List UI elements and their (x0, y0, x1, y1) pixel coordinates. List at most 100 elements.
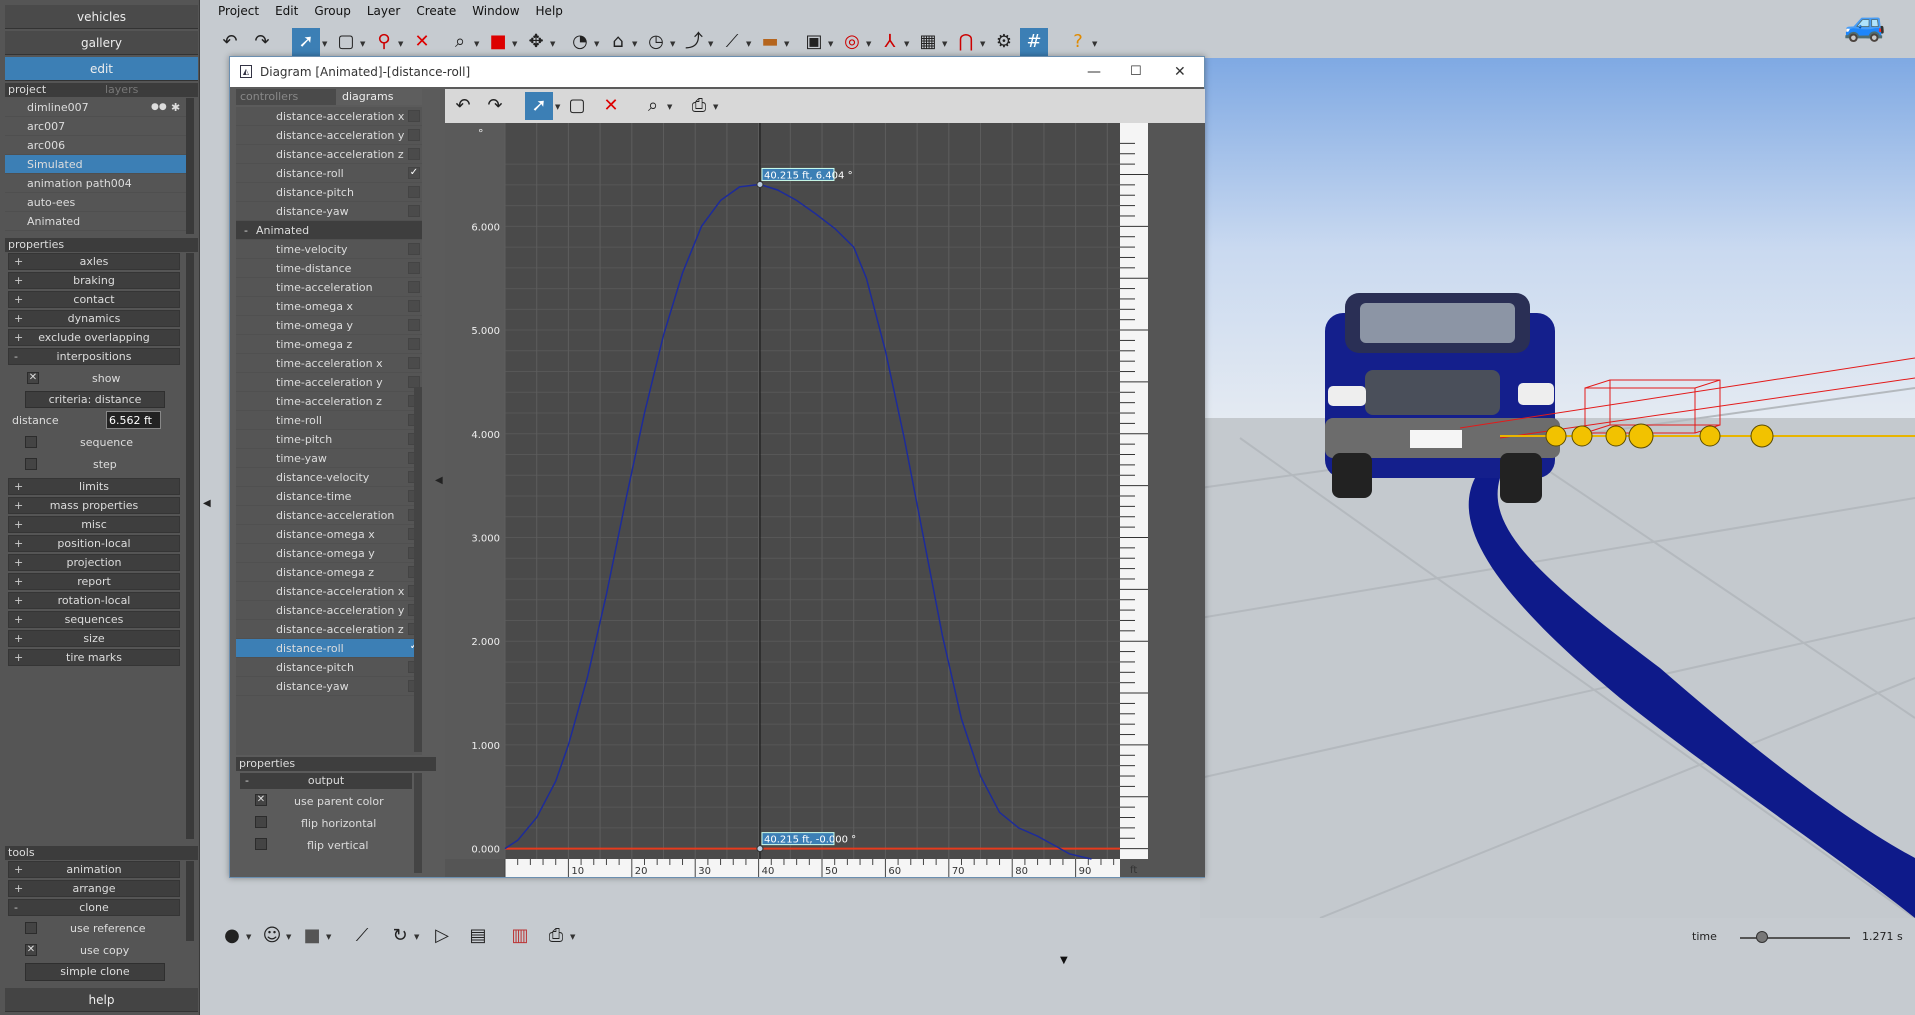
dropdown-arrow-icon[interactable]: ▼ (828, 40, 833, 48)
tree-item[interactable]: time-distance (236, 259, 422, 278)
simple-clone-button[interactable]: simple clone (25, 963, 165, 981)
menu-create[interactable]: Create (408, 0, 464, 22)
prop-misc[interactable]: + misc (8, 516, 180, 533)
flip-horizontal-checkbox[interactable] (255, 816, 267, 828)
help-question-icon[interactable]: ? (1064, 28, 1092, 56)
project-item[interactable]: arc006 (5, 136, 186, 155)
distance-input[interactable] (106, 411, 161, 429)
image-icon[interactable]: ▦ (914, 28, 942, 56)
box-icon[interactable]: ■ (484, 28, 512, 56)
project-item[interactable]: auto-ees (5, 193, 186, 212)
diagram-titlebar[interactable]: ◭ Diagram [Animated]-[distance-roll] — ☐… (230, 57, 1204, 87)
camera-icon[interactable]: ▣ (800, 28, 828, 56)
project-tab[interactable]: project (8, 83, 46, 96)
dropdown-arrow-icon[interactable]: ▼ (512, 40, 517, 48)
edit-button[interactable]: edit (5, 57, 198, 81)
tree-item[interactable]: time-acceleration y (236, 373, 422, 392)
tree-item[interactable]: time-omega z (236, 335, 422, 354)
menu-project[interactable]: Project (210, 0, 267, 22)
output-section[interactable]: - output (240, 773, 412, 789)
print-icon[interactable]: ⎙ (542, 922, 570, 950)
dropdown-arrow-icon[interactable]: ▼ (555, 103, 560, 111)
tree-item[interactable]: distance-pitch (236, 183, 422, 202)
tree-checkbox[interactable] (408, 186, 420, 198)
sphere-icon[interactable]: ● (218, 922, 246, 950)
select-arrow-icon[interactable]: ➚ (292, 28, 320, 56)
measure-icon[interactable]: ◔ (566, 28, 594, 56)
tree-item-selected[interactable]: distance-roll✓ (236, 639, 422, 658)
tree-item[interactable]: time-omega x (236, 297, 422, 316)
tree-item[interactable]: distance-velocity (236, 468, 422, 487)
tree-checkbox[interactable] (408, 110, 420, 122)
dropdown-arrow-icon[interactable]: ▼ (550, 40, 555, 48)
dropdown-arrow-icon[interactable]: ▼ (474, 40, 479, 48)
menu-window[interactable]: Window (464, 0, 527, 22)
tree-checkbox[interactable] (408, 338, 420, 350)
gallery-button[interactable]: gallery (5, 31, 198, 55)
project-item[interactable]: Animated (5, 212, 186, 231)
project-item[interactable]: arc007 (5, 117, 186, 136)
prop-exclude-overlapping[interactable]: + exclude overlapping (8, 329, 180, 346)
plot-area[interactable] (505, 123, 1120, 859)
dropdown-arrow-icon[interactable]: ▼ (708, 40, 713, 48)
diagram-select-icon[interactable]: ➚ (525, 92, 553, 120)
tree-checkbox[interactable] (408, 281, 420, 293)
prop-axles[interactable]: + axles (8, 253, 180, 270)
dropdown-arrow-icon[interactable]: ▼ (1092, 40, 1097, 48)
tree-item[interactable]: time-roll (236, 411, 422, 430)
tree-item[interactable]: distance-omega x (236, 525, 422, 544)
step-checkbox[interactable] (25, 458, 37, 470)
prop-dynamics[interactable]: + dynamics (8, 310, 180, 327)
project-item-selected[interactable]: Simulated (5, 155, 186, 174)
redo-icon[interactable]: ↷ (248, 28, 276, 56)
layers-tab[interactable]: layers (105, 83, 138, 97)
help-button[interactable]: help (5, 988, 198, 1012)
tree-item[interactable]: time-yaw (236, 449, 422, 468)
tools-scrollbar[interactable] (186, 861, 194, 941)
move-icon[interactable]: ✥ (522, 28, 550, 56)
tree-item[interactable]: distance-acceleration z (236, 620, 422, 639)
diagram-undo-icon[interactable]: ↶ (449, 92, 477, 120)
prop-mass-properties[interactable]: + mass properties (8, 497, 180, 514)
tree-item[interactable]: distance-yaw (236, 202, 422, 221)
menu-layer[interactable]: Layer (359, 0, 408, 22)
tree-item[interactable]: distance-acceleration x (236, 582, 422, 601)
tool-animation[interactable]: + animation (8, 861, 180, 878)
tree-item[interactable]: distance-omega z (236, 563, 422, 582)
dropdown-arrow-icon[interactable]: ▼ (904, 40, 909, 48)
visibility-icon[interactable]: ●● (151, 98, 167, 117)
tree-checkbox[interactable] (408, 300, 420, 312)
menu-help[interactable]: Help (528, 0, 571, 22)
tree-checkbox-checked[interactable]: ✓ (408, 167, 420, 179)
tree-checkbox[interactable] (408, 357, 420, 369)
camera-path-icon[interactable]: ↻ (386, 922, 414, 950)
prop-contact[interactable]: + contact (8, 291, 180, 308)
record-icon[interactable]: ▤ (464, 922, 492, 950)
tree-item[interactable]: time-velocity (236, 240, 422, 259)
prop-tire-marks[interactable]: + tire marks (8, 649, 180, 666)
axes-icon[interactable]: ⅄ (876, 28, 904, 56)
gear-icon[interactable]: ✱ (171, 98, 180, 117)
diagram-redo-icon[interactable]: ↷ (481, 92, 509, 120)
dimension-icon[interactable]: ⟋ (718, 28, 746, 56)
tree-checkbox[interactable] (408, 129, 420, 141)
dropdown-arrow-icon[interactable]: ▼ (414, 933, 419, 941)
dropdown-arrow-icon[interactable]: ▼ (594, 40, 599, 48)
collapse-left-arrow-icon[interactable]: ◀ (203, 498, 211, 509)
use-parent-color-checkbox[interactable]: ✕ (255, 794, 267, 806)
tree-item[interactable]: time-acceleration x (236, 354, 422, 373)
report-icon[interactable]: ▥ (506, 922, 534, 950)
dropdown-arrow-icon[interactable]: ▼ (667, 103, 672, 111)
project-item[interactable]: dimline007 ●● ✱ (5, 98, 186, 117)
tree-checkbox[interactable] (408, 243, 420, 255)
head-icon[interactable]: ☺ (258, 922, 286, 950)
vehicles-button[interactable]: vehicles (5, 5, 198, 29)
tree-item[interactable]: time-acceleration (236, 278, 422, 297)
tool-arrange[interactable]: + arrange (8, 880, 180, 897)
line-chart[interactable]: ° ft 0.000 1.000 2.000 3.000 4.000 5.000 6.000… (445, 123, 1205, 877)
target-icon[interactable]: ◎ (838, 28, 866, 56)
flip-vertical-checkbox[interactable] (255, 838, 267, 850)
delete-filter-icon[interactable]: ⚲ (370, 28, 398, 56)
tree-checkbox[interactable] (408, 262, 420, 274)
prop-projection[interactable]: + projection (8, 554, 180, 571)
